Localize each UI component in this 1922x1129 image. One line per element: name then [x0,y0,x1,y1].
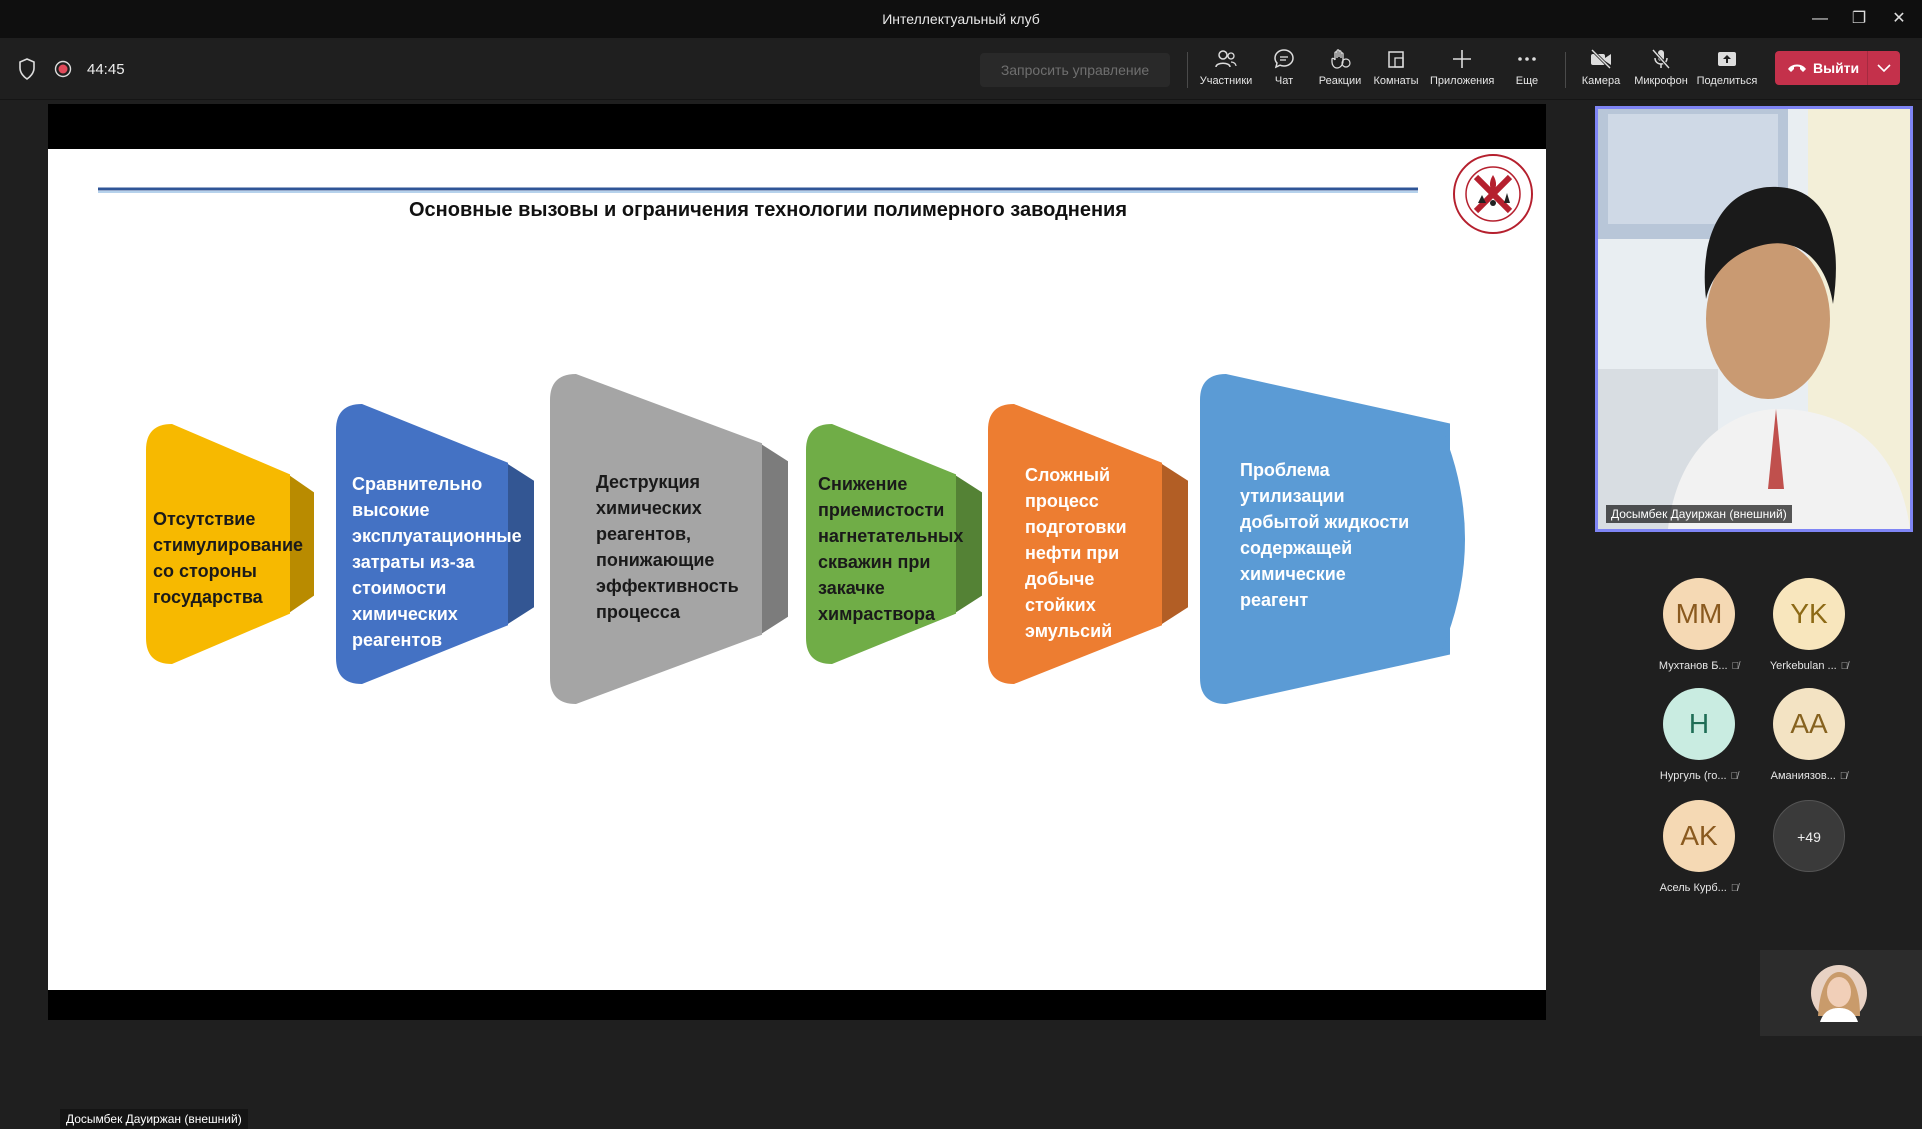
chat-button[interactable]: Чат [1252,48,1316,94]
more-button[interactable]: Еще [1495,48,1559,94]
close-icon[interactable]: ✕ [1886,6,1912,32]
presentation-slide: Основные вызовы и ограничения технологии… [48,149,1546,990]
reactions-icon [1331,49,1351,69]
mic-off-icon: 🎙̸ [1731,661,1740,672]
share-icon [1718,52,1736,66]
participant-name: Нургуль (го... 🎙̸ [1659,770,1739,782]
toolbar-divider [1565,52,1566,88]
video-tile-name: Досымбек Дауиржан (внешний) [1606,505,1792,523]
participant-name: Аманиязов... 🎙̸ [1770,770,1848,782]
apps-button[interactable]: Приложения [1430,48,1494,94]
more-label: Еще [1515,75,1539,87]
plus-icon [1453,50,1471,68]
camera-label: Камера [1581,75,1621,87]
leave-divider [1867,51,1868,85]
shared-screen: Основные вызовы и ограничения технологии… [48,104,1546,1129]
leave-label: Выйти [1813,60,1860,76]
process-step-cap [1440,423,1465,655]
reactions-label: Реакции [1318,75,1362,87]
process-step-text: Сравнительно высокие эксплуатационные за… [352,474,522,650]
request-control-button[interactable]: Запросить управление [980,53,1170,87]
self-view-tile[interactable] [1760,950,1922,1036]
process-step-text: Деструкция химических реагентов, понижаю… [596,472,739,622]
mic-off-icon: 🎙̸ [1730,771,1739,782]
participants-label: Участники [1199,75,1253,87]
minimize-icon[interactable]: — [1807,6,1833,32]
mic-off-icon: 🎙̸ [1730,883,1739,894]
more-participants-button[interactable]: +49 [1773,800,1845,872]
title-bar: Интеллектуальный клуб — ❐ ✕ [0,0,1922,38]
avatar: H [1663,688,1735,760]
apps-label: Приложения [1430,75,1495,87]
camera-off-icon [1590,48,1612,70]
microphone-off-icon [1651,49,1671,69]
avatar: YK [1773,578,1845,650]
camera-button[interactable]: Камера [1569,48,1633,94]
rooms-label: Комнаты [1373,75,1419,87]
presenter-video-tile[interactable]: Досымбек Дауиржан (внешний) [1595,106,1913,532]
mic-off-icon: 🎙̸ [1839,771,1848,782]
toolbar-divider [1187,52,1188,88]
process-step-text: Отсутствие стимулирование со стороны гос… [153,509,304,607]
avatar: MM [1663,578,1735,650]
meeting-timer: 44:45 [87,61,125,78]
process-step-text: Сложный процесс подготовки нефти при доб… [1025,465,1127,641]
presenter-video [1598,109,1910,529]
self-avatar [1811,965,1867,1022]
chevron-down-icon[interactable] [1877,64,1891,73]
participant-name: Мухтанов Б... 🎙̸ [1658,660,1740,672]
rooms-button[interactable]: Комнаты [1364,48,1428,94]
process-step-text: Снижение приемистости нагнетательных скв… [818,474,964,624]
participant-name: Yerkebulan ... 🎙̸ [1769,660,1849,672]
participants-button[interactable]: Участники [1194,48,1258,94]
reactions-button[interactable]: Реакции [1308,48,1372,94]
restore-icon[interactable]: ❐ [1846,6,1872,32]
chat-icon [1274,49,1294,69]
avatar: AA [1773,688,1845,760]
share-label: Поделиться [1696,75,1758,87]
presenter-name-label: Досымбек Дауиржан (внешний) [60,1109,248,1129]
more-icon [1518,57,1536,61]
rooms-icon [1388,51,1404,68]
mic-off-icon: 🎙̸ [1840,661,1849,672]
share-button[interactable]: Поделиться [1695,48,1759,94]
process-step-text: Проблема утилизации добытой жидкости сод… [1240,460,1410,610]
microphone-label: Микрофон [1634,75,1688,87]
leave-button[interactable]: Выйти [1775,51,1900,85]
avatar: AK [1663,800,1735,872]
meeting-toolbar: 44:45 Запросить управление Участники Чат… [0,38,1922,100]
participants-icon [1215,50,1237,68]
window-title: Интеллектуальный клуб [882,11,1040,27]
participant-name: Асель Курб... 🎙̸ [1659,882,1739,894]
shield-icon [19,58,35,80]
recording-icon [54,60,72,78]
chat-label: Чат [1274,75,1294,87]
microphone-button[interactable]: Микрофон [1629,48,1693,94]
